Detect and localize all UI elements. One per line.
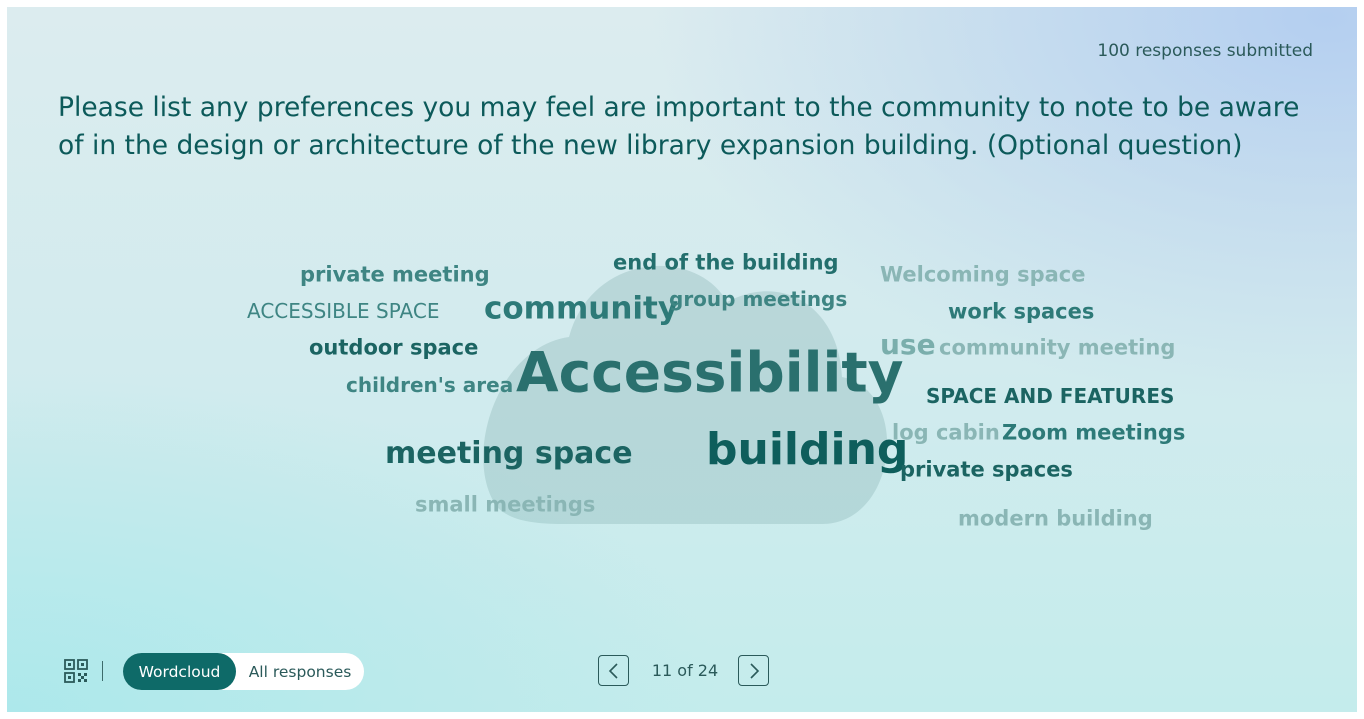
page-indicator: 11 of 24 bbox=[651, 661, 719, 680]
word-community: community bbox=[484, 290, 679, 327]
previous-button[interactable] bbox=[598, 655, 629, 686]
word-accessible-space: ACCESSIBLE SPACE bbox=[247, 299, 440, 323]
word-cloud: private meeting end of the building Welc… bbox=[7, 7, 1357, 712]
word-welcoming-space: Welcoming space bbox=[880, 262, 1086, 287]
word-zoom-meetings: Zoom meetings bbox=[1002, 420, 1186, 445]
presentation-slide: 100 responses submitted Please list any … bbox=[7, 7, 1357, 712]
toolbar-divider bbox=[102, 661, 103, 681]
word-private-meeting: private meeting bbox=[300, 262, 490, 287]
qr-code-icon[interactable] bbox=[64, 659, 88, 683]
word-group-meetings: group meetings bbox=[669, 287, 848, 311]
word-childrens-area: children's area bbox=[346, 373, 514, 397]
wordcloud-tab[interactable]: Wordcloud bbox=[123, 653, 236, 690]
word-outdoor-space: outdoor space bbox=[309, 335, 479, 360]
word-building: building bbox=[706, 424, 909, 475]
word-community-meeting: community meeting bbox=[939, 335, 1176, 360]
word-private-spaces: private spaces bbox=[900, 457, 1073, 482]
word-space-and-features: SPACE AND FEATURES bbox=[926, 384, 1175, 408]
chevron-left-icon bbox=[608, 662, 618, 679]
word-modern-building: modern building bbox=[958, 506, 1153, 531]
next-button[interactable] bbox=[738, 655, 769, 686]
all-responses-tab[interactable]: All responses bbox=[236, 653, 364, 690]
word-small-meetings: small meetings bbox=[415, 492, 596, 517]
view-toggle: Wordcloud All responses bbox=[123, 653, 364, 690]
word-meeting-space: meeting space bbox=[385, 436, 633, 471]
word-log-cabin: log cabin bbox=[892, 420, 1000, 445]
word-end-of-the-building: end of the building bbox=[613, 250, 839, 275]
word-accessibility: Accessibility bbox=[516, 340, 904, 405]
word-work-spaces: work spaces bbox=[948, 299, 1095, 324]
chevron-right-icon bbox=[749, 662, 759, 679]
